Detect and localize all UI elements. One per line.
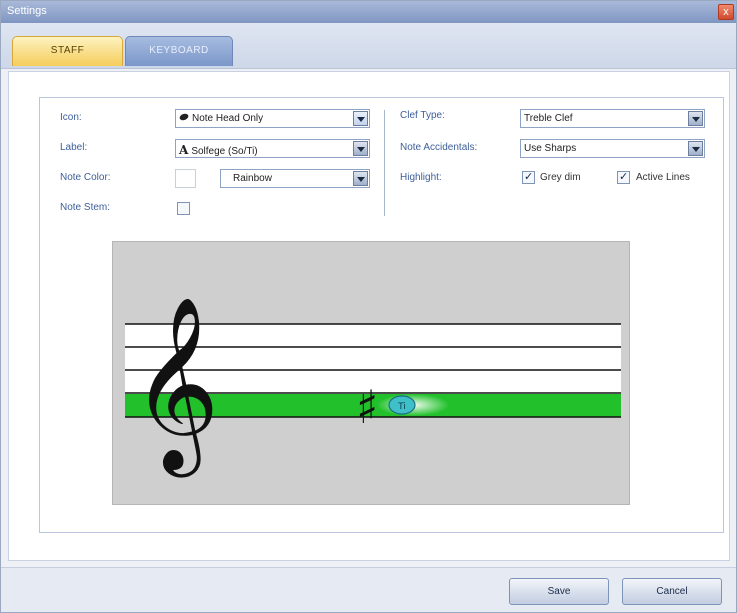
active-lines-checkbox[interactable] [617, 170, 630, 184]
accidentals-label: Note Accidentals: [400, 142, 478, 153]
browse-icon[interactable] [353, 111, 368, 126]
note-color-value: Rainbow [233, 173, 272, 184]
tab-bar: STAFF KEYBOARD [1, 23, 736, 69]
column-divider [384, 110, 385, 216]
label-select-value: Solfege (So/Ti) [191, 146, 258, 157]
chevron-down-icon[interactable] [688, 111, 703, 126]
icon-select-value: Note Head Only [192, 113, 264, 124]
staff-preview-svg: 𝄞 ♯ Ti [125, 296, 621, 478]
highlight-label: Highlight: [400, 172, 442, 183]
note-head-icon [179, 113, 189, 124]
clef-type-select[interactable]: Treble Clef [520, 109, 705, 128]
tab-staff[interactable]: STAFF [12, 36, 123, 66]
chevron-down-icon[interactable] [353, 171, 368, 186]
cancel-button[interactable]: Cancel [622, 578, 722, 605]
icon-label: Icon: [60, 112, 82, 123]
icon-select[interactable]: Note Head Only [175, 109, 370, 128]
clef-type-label: Clef Type: [400, 110, 445, 121]
note-stem-checkbox[interactable] [177, 202, 190, 215]
grey-dim-checkbox[interactable] [522, 170, 535, 184]
font-a-icon: A [179, 143, 189, 157]
label-select[interactable]: A Solfege (So/Ti) [175, 139, 370, 158]
sharp-icon: ♯ [356, 380, 378, 434]
window-title: Settings [7, 5, 47, 17]
clef-type-value: Treble Clef [524, 113, 573, 124]
chevron-down-icon[interactable] [353, 141, 368, 156]
note-color-label: Note Color: [60, 172, 111, 183]
close-button[interactable]: x [718, 4, 734, 20]
save-button[interactable]: Save [509, 578, 609, 605]
note-color-swatch[interactable] [175, 169, 196, 188]
note-stem-label: Note Stem: [60, 202, 111, 213]
title-bar: Settings x [1, 1, 736, 23]
grey-dim-label: Grey dim [540, 172, 581, 183]
accidentals-select[interactable]: Use Sharps [520, 139, 705, 158]
note-color-select[interactable]: Rainbow [220, 169, 370, 188]
tab-keyboard[interactable]: KEYBOARD [125, 36, 233, 66]
label-label: Label: [60, 142, 88, 153]
chevron-down-icon[interactable] [688, 141, 703, 156]
treble-clef-icon: 𝄞 [131, 296, 220, 478]
active-lines-label: Active Lines [636, 172, 690, 183]
staff-preview: 𝄞 ♯ Ti [112, 241, 630, 505]
accidentals-value: Use Sharps [524, 143, 577, 154]
settings-window: Settings x STAFF KEYBOARD Icon: Note Hea… [0, 0, 737, 613]
note-label: Ti [397, 402, 406, 412]
dialog-footer: Save Cancel [1, 567, 736, 612]
